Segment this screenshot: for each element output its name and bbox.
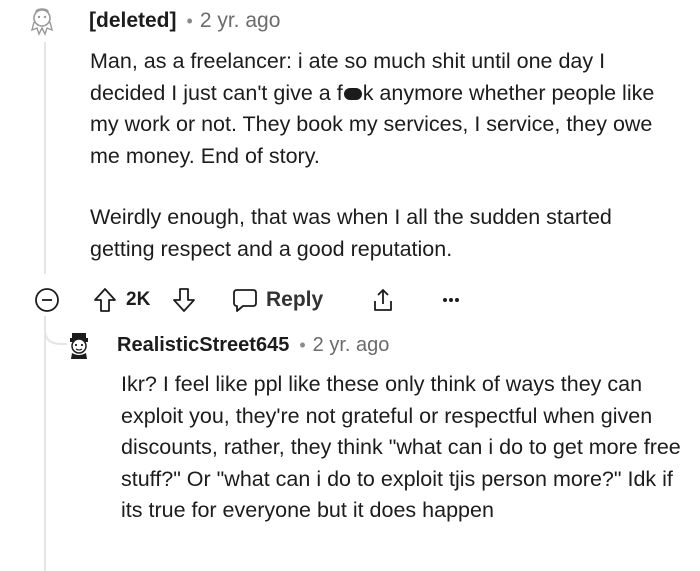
thread-line-main[interactable] [44, 42, 46, 274]
reply-button[interactable]: Reply [232, 284, 323, 316]
share-button[interactable] [369, 286, 397, 314]
more-dots-icon [443, 298, 459, 302]
reply-text: Ikr? I feel like ppl like these only thi… [121, 372, 681, 522]
comment-bubble-icon [233, 289, 257, 312]
reply-body: Ikr? I feel like ppl like these only thi… [121, 369, 681, 527]
comment-author[interactable]: [deleted] [89, 9, 177, 33]
comment-paragraph-2: Weirdly enough, that was when I all the … [90, 205, 612, 261]
collapse-button[interactable] [33, 286, 61, 314]
comment-paragraph-1: Man, as a freelancer: i ate so much shit… [90, 49, 655, 168]
comment-timestamp: 2 yr. ago [199, 9, 281, 32]
reply-timestamp: 2 yr. ago [312, 333, 390, 356]
reply-label: Reply [266, 288, 324, 311]
meta-separator: • [186, 10, 193, 31]
upvote-button[interactable] [91, 286, 119, 314]
share-icon [374, 289, 392, 311]
thread-line-reply[interactable] [44, 316, 46, 571]
reply-author[interactable]: RealisticStreet645 [117, 334, 289, 357]
censor-bar [343, 87, 362, 100]
more-options-button[interactable] [439, 286, 463, 314]
vote-score: 2K [126, 289, 151, 310]
downvote-button[interactable] [170, 286, 198, 314]
comment-action-bar: 2K Reply [33, 284, 473, 316]
comment-body: Man, as a freelancer: i ate so much shit… [90, 46, 658, 265]
deleted-avatar-icon[interactable] [28, 6, 56, 36]
collapse-minus-icon [35, 288, 59, 312]
upvote-arrow-icon [94, 288, 116, 312]
comment-meta: [deleted] • 2 yr. ago [89, 8, 280, 34]
user-avatar-icon[interactable] [64, 330, 94, 360]
reply-meta: RealisticStreet645 • 2 yr. ago [117, 332, 389, 358]
meta-separator: • [299, 334, 306, 355]
downvote-arrow-icon [173, 288, 195, 312]
